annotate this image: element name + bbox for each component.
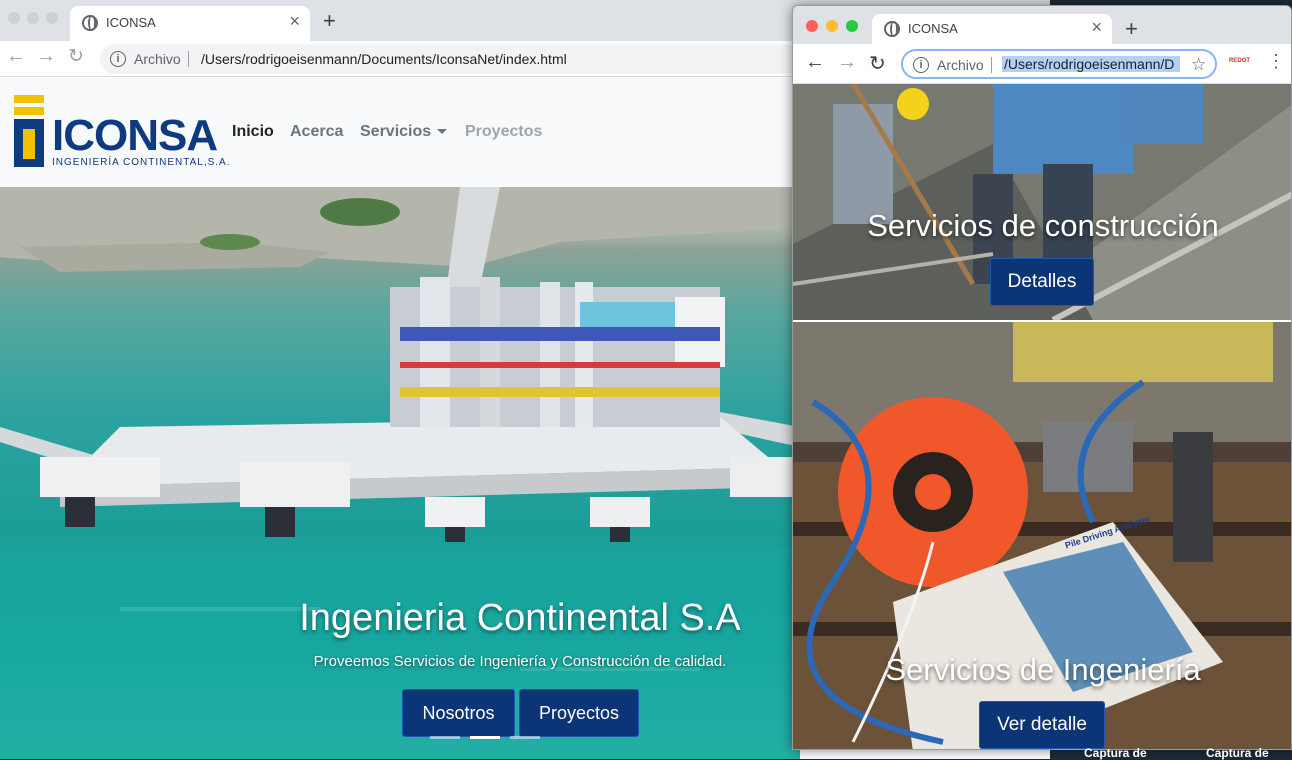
url-text-selected[interactable]: /Users/rodrigoeisenmann/D [1002,56,1180,72]
back-arrow-icon[interactable]: ← [6,45,26,68]
nav-servicios-dropdown[interactable]: Servicios [360,123,448,141]
minimize-window-button[interactable] [27,12,39,24]
address-bar[interactable]: i Archivo /Users/rodrigoeisenmann/D ☆ [901,49,1217,79]
forward-arrow-icon[interactable]: → [36,45,56,68]
back-arrow-icon[interactable]: ← [805,51,825,74]
carousel-indicator-1[interactable] [430,736,460,739]
hero-image-refinery [0,187,800,759]
minimize-window-button[interactable] [826,20,838,32]
browser-toolbar-secondary: ← → ↻ i Archivo /Users/rodrigoeisenmann/… [793,44,1291,84]
chevron-down-icon [437,129,448,135]
ver-detalle-button[interactable]: Ver detalle [979,701,1105,749]
browser-window-secondary: ICONSA × + ← → ↻ i Archivo /Users/rodrig… [792,5,1292,750]
globe-icon [82,15,98,31]
close-window-button[interactable] [806,20,818,32]
new-tab-button[interactable]: + [1125,16,1138,42]
archivo-label: Archivo [937,57,984,73]
detalles-button[interactable]: Detalles [990,258,1094,306]
info-icon[interactable]: i [110,51,126,67]
nav-servicios-label: Servicios [360,123,432,140]
service-card-construccion: Servicios de construcción Detalles [793,84,1291,320]
info-icon[interactable]: i [913,57,929,73]
forward-arrow-icon[interactable]: → [837,51,857,74]
card-title: Servicios de construcción [867,208,1219,243]
hero-subtitle: Proveemos Servicios de Ingeniería y Cons… [313,653,727,670]
hero-title: Ingenieria Continental S.A [299,597,741,639]
url-text[interactable]: /Users/rodrigoeisenmann/Documents/Iconsa… [201,51,796,67]
service-card-ingenieria: Pile Driving Analyzer Servicios de Ingen… [793,322,1291,749]
browser-tab[interactable]: ICONSA × [872,14,1112,44]
desktop-file-label[interactable]: Captura de [1206,746,1269,760]
maximize-window-button[interactable] [846,20,858,32]
archivo-label: Archivo [134,51,181,67]
nav-inicio[interactable]: Inicio [232,123,274,141]
reload-icon[interactable]: ↻ [869,51,886,76]
nosotros-button[interactable]: Nosotros [402,689,515,737]
separator [188,51,189,67]
logo-yellow-inner [23,129,35,159]
reload-icon[interactable]: ↻ [68,45,84,68]
carousel-indicator-2[interactable] [470,736,500,739]
browser-tab[interactable]: ICONSA × [70,6,310,41]
logo-text: ICONSA [52,111,218,160]
address-bar[interactable]: i Archivo /Users/rodrigoeisenmann/Docume… [100,44,800,74]
close-tab-icon[interactable]: × [289,11,300,32]
more-menu-icon[interactable]: ⋮ [1267,51,1285,72]
nav-proyectos[interactable]: Proyectos [465,123,542,141]
iconsa-logo[interactable]: ICONSA INGENIERÍA CONTINENTAL,S.A. [14,93,230,173]
carousel-indicator-3[interactable] [510,736,540,739]
tab-bar-secondary: ICONSA × + [793,6,1291,44]
desktop-file-label[interactable]: Captura de [1084,746,1147,760]
close-tab-icon[interactable]: × [1091,17,1102,38]
extension-icon[interactable]: REDOT [1229,58,1250,68]
globe-icon [884,21,900,37]
new-tab-button[interactable]: + [323,8,336,34]
card-title: Servicios de Ingeniería [885,652,1201,687]
logo-subtitle: INGENIERÍA CONTINENTAL,S.A. [52,157,231,168]
close-window-button[interactable] [8,12,20,24]
nav-acerca[interactable]: Acerca [290,123,343,141]
site-navbar: ICONSA INGENIERÍA CONTINENTAL,S.A. Inici… [0,77,800,187]
proyectos-button[interactable]: Proyectos [519,689,639,737]
tab-title: ICONSA [106,15,156,30]
separator [991,57,992,73]
tab-title: ICONSA [908,21,958,36]
logo-yellow-stripe-2 [14,107,44,115]
maximize-window-button[interactable] [46,12,58,24]
logo-yellow-stripe [14,95,44,103]
star-icon[interactable]: ☆ [1191,55,1206,75]
hero-carousel: Ingenieria Continental S.A Proveemos Ser… [0,187,800,759]
